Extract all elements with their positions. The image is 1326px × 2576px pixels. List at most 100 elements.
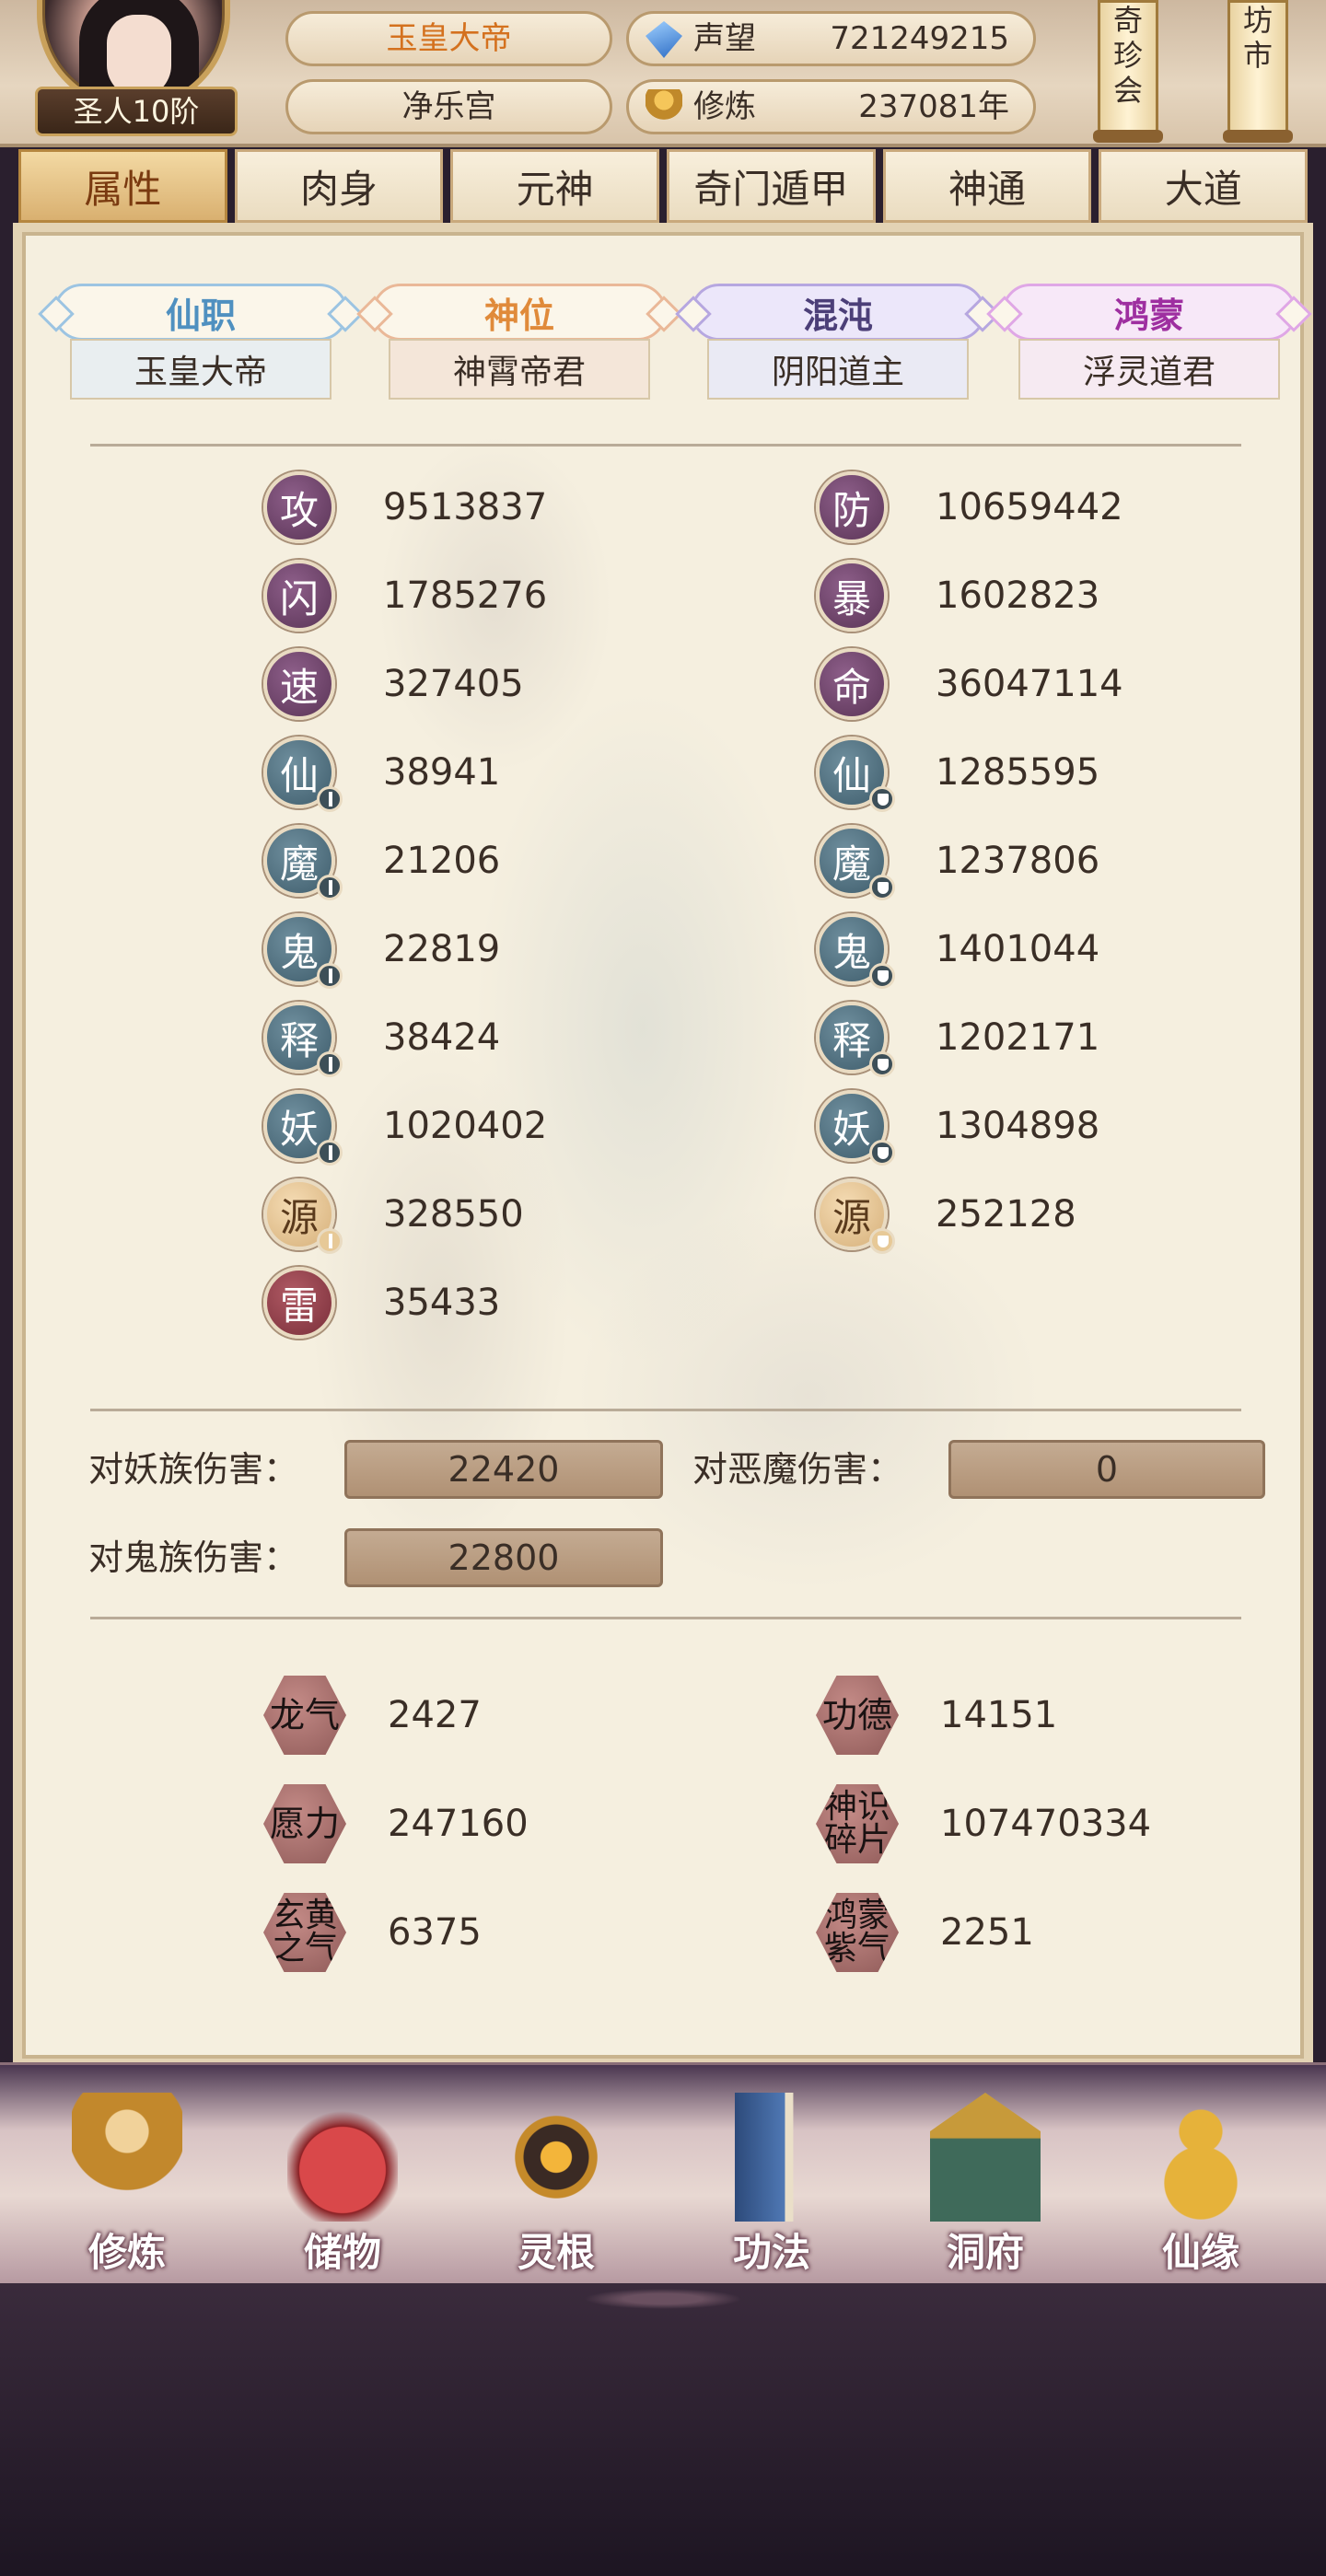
attribute-row: 妖 1020402	[263, 1090, 742, 1166]
attribute-value: 1602823	[936, 574, 1100, 617]
divider	[90, 1409, 1241, 1411]
nav-spirit-root[interactable]: 灵根	[473, 2083, 639, 2277]
nav-techniques[interactable]: 功法	[689, 2083, 855, 2277]
attribute-badge-icon: 暴	[816, 560, 888, 632]
tab-soul[interactable]: 元神	[450, 149, 660, 223]
palace-name: 净乐宫	[285, 79, 612, 134]
attack-sub-icon	[317, 1051, 343, 1077]
rank-title: 混沌	[691, 284, 985, 341]
attribute-row: 仙 1285595	[816, 737, 1295, 812]
attribute-badge-icon: 雷	[263, 1267, 335, 1339]
devil-damage-label: 对恶魔伤害：	[692, 1449, 903, 1490]
attribute-row: 源 252128	[816, 1178, 1295, 1254]
attack-sub-icon	[317, 963, 343, 989]
reputation-stat: 声望 721249215	[626, 11, 1036, 66]
nav-storage[interactable]: 储物	[260, 2083, 425, 2277]
tab-dao[interactable]: 大道	[1099, 149, 1309, 223]
rank-value: 浮灵道君	[1018, 339, 1280, 400]
gourd-icon	[1146, 2093, 1256, 2222]
resource-badge-icon: 功德	[816, 1676, 899, 1755]
rank-title: 神位	[372, 284, 667, 341]
defense-sub-icon	[869, 786, 895, 812]
rank-card-divine-rank[interactable]: 神位 神霄帝君	[363, 284, 676, 412]
resource-item: 龙气 2427	[263, 1674, 779, 1757]
nav-cave-house[interactable]: 洞府	[902, 2083, 1068, 2277]
market-scroll-button[interactable]: 坊 市	[1223, 0, 1293, 143]
book-icon	[735, 2093, 818, 2222]
resource-badge-icon: 愿力	[263, 1784, 346, 1863]
attribute-row: 魔 21206	[263, 825, 742, 900]
cultivation-buddha-icon	[646, 89, 682, 126]
attack-sub-icon	[317, 1140, 343, 1166]
resource-value: 6375	[388, 1911, 482, 1954]
resource-item: 神识碎片 107470334	[816, 1782, 1326, 1865]
attribute-row: 闪 1785276	[263, 560, 742, 633]
nav-label: 储物	[303, 2230, 381, 2275]
resource-badge-icon: 神识碎片	[816, 1784, 899, 1863]
attribute-badge-icon: 攻	[263, 471, 335, 543]
attribute-value: 252128	[936, 1193, 1076, 1236]
tab-attributes[interactable]: 属性	[18, 149, 227, 223]
tab-powers[interactable]: 神通	[882, 149, 1092, 223]
resource-badge-icon: 鸿蒙紫气	[816, 1893, 899, 1972]
attribute-value: 1020402	[383, 1105, 548, 1147]
attribute-row: 防 10659442	[816, 471, 1295, 545]
tab-qimen[interactable]: 奇门遁甲	[667, 149, 876, 223]
attribute-value: 10659442	[936, 486, 1123, 528]
attribute-value: 9513837	[383, 486, 548, 528]
attribute-row: 攻 9513837	[263, 471, 742, 545]
reputation-value: 721249215	[830, 20, 1009, 57]
resource-badge-icon: 龙气	[263, 1676, 346, 1755]
nav-label: 功法	[732, 2230, 810, 2275]
tab-body[interactable]: 肉身	[234, 149, 444, 223]
divider	[90, 1617, 1241, 1619]
attribute-value: 36047114	[936, 663, 1123, 705]
tab-bar: 属性 肉身 元神 奇门遁甲 神通 大道	[18, 149, 1309, 226]
attribute-row: 鬼 1401044	[816, 913, 1295, 989]
nav-label: 洞府	[946, 2230, 1024, 2275]
attribute-value: 328550	[383, 1193, 524, 1236]
bag-icon	[287, 2093, 398, 2222]
resource-value: 14151	[940, 1694, 1058, 1736]
attribute-badge-icon: 速	[263, 648, 335, 720]
rank-card-chaos[interactable]: 混沌 阴阳道主	[681, 284, 994, 412]
attribute-value: 1285595	[936, 751, 1100, 794]
treasure-fair-scroll-button[interactable]: 奇 珍 会	[1093, 0, 1163, 143]
attribute-value: 1785276	[383, 574, 548, 617]
defense-sub-icon	[869, 1140, 895, 1166]
nav-cultivate[interactable]: 修炼	[44, 2083, 210, 2277]
defense-sub-icon	[869, 963, 895, 989]
attributes-panel: 仙职 玉皇大帝 神位 神霄帝君 混沌 阴阳道主 鸿蒙 浮灵道君 攻 9513837…	[22, 232, 1304, 2059]
attribute-row: 鬼 22819	[263, 913, 742, 989]
top-header: 圣人10阶 玉皇大帝 净乐宫 声望 721249215 修炼 237081年 奇…	[0, 0, 1326, 147]
nav-label: 修炼	[87, 2230, 166, 2275]
rank-value: 玉皇大帝	[70, 339, 332, 400]
attribute-row: 源 328550	[263, 1178, 742, 1254]
nav-label: 仙缘	[1161, 2230, 1239, 2275]
attribute-value: 38941	[383, 751, 501, 794]
attack-sub-icon	[317, 786, 343, 812]
attribute-badge-icon: 命	[816, 648, 888, 720]
rank-row: 仙职 玉皇大帝 神位 神霄帝君 混沌 阴阳道主 鸿蒙 浮灵道君	[26, 284, 1308, 422]
ghost-damage-value: 22800	[344, 1528, 663, 1587]
attribute-row: 魔 1237806	[816, 825, 1295, 900]
attribute-row: 释 1202171	[816, 1002, 1295, 1077]
rank-card-immortal-post[interactable]: 仙职 玉皇大帝	[44, 284, 357, 412]
resource-item: 鸿蒙紫气 2251	[816, 1891, 1326, 1974]
attribute-value: 35433	[383, 1282, 501, 1324]
lower-background	[0, 2283, 1326, 2576]
attribute-row: 速 327405	[263, 648, 742, 722]
attribute-row: 雷 35433	[263, 1267, 742, 1340]
rank-title: 仙职	[53, 284, 348, 341]
rank-card-hongmeng[interactable]: 鸿蒙 浮灵道君	[993, 284, 1306, 412]
attribute-value: 21206	[383, 840, 501, 882]
cultivation-stat: 修炼 237081年	[626, 79, 1036, 134]
ghost-damage-label: 对鬼族伤害：	[88, 1537, 299, 1578]
attribute-value: 38424	[383, 1016, 501, 1059]
attribute-row: 妖 1304898	[816, 1090, 1295, 1166]
attribute-value: 327405	[383, 663, 524, 705]
defense-sub-icon	[869, 1051, 895, 1077]
nav-fate[interactable]: 仙缘	[1118, 2083, 1284, 2277]
reputation-label: 声望	[693, 20, 756, 57]
cultivation-value: 237081年	[858, 88, 1009, 125]
